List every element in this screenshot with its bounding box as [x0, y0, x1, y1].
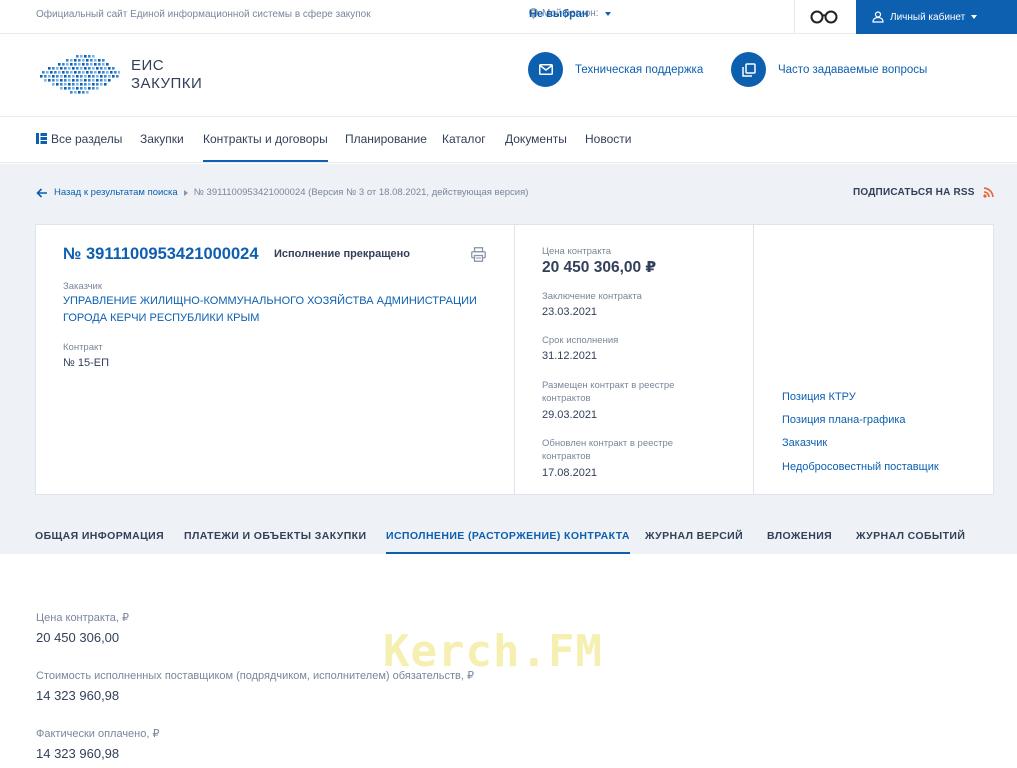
contract-tabs: ОБЩАЯ ИНФОРМАЦИЯ ПЛАТЕЖИ И ОБЪЕКТЫ ЗАКУП…: [0, 522, 1017, 554]
personal-cabinet-button[interactable]: Личный кабинет: [856, 0, 1017, 34]
contract-number: № 3911100953421000024: [63, 245, 259, 263]
chevron-right-icon: [183, 189, 188, 196]
contract-status: Исполнение прекращено: [274, 248, 411, 260]
top-bar: Официальный сайт Единой информационной с…: [0, 0, 1017, 34]
breadcrumb-current: № 3911100953421000024 (Версия № 3 от 18.…: [193, 187, 529, 198]
header: ЕИС ЗАКУПКИ Техническая поддержка Часто …: [0, 35, 1017, 117]
print-icon[interactable]: [471, 247, 486, 262]
main-nav: Все разделы Закупки Контракты и договоры…: [0, 118, 1017, 163]
tab-execution[interactable]: ИСПОЛНЕНИЕ (РАСТОРЖЕНИЕ) КОНТРАКТА: [386, 530, 630, 554]
tech-support-link[interactable]: Техническая поддержка: [528, 52, 703, 87]
nav-item-documents[interactable]: Документы: [505, 132, 567, 146]
sections-icon: [36, 133, 47, 144]
conclusion-value: 23.03.2021: [542, 306, 598, 318]
conclusion-label: Заключение контракта: [542, 291, 642, 302]
divider: [514, 225, 515, 494]
back-to-results-link[interactable]: Назад к результатам поиска: [54, 187, 178, 198]
logo-text[interactable]: ЕИС ЗАКУПКИ: [131, 57, 202, 93]
site-description: Официальный сайт Единой информационной с…: [36, 9, 371, 20]
placed-label: Размещен контракт в реестре контрактов: [542, 380, 675, 404]
unfair-supplier-link[interactable]: Недобросовестный поставщик: [782, 459, 939, 476]
nav-item-purchases[interactable]: Закупки: [140, 132, 184, 146]
contract-value: № 15-ЕП: [63, 357, 109, 369]
watermark: Kerch.FM: [383, 626, 603, 677]
updated-value: 17.08.2021: [542, 467, 598, 479]
tab-event-log[interactable]: ЖУРНАЛ СОБЫТИЙ: [856, 530, 965, 542]
nav-item-planning[interactable]: Планирование: [345, 132, 427, 146]
user-icon: [872, 11, 884, 23]
chevron-down-icon: [604, 11, 611, 16]
nav-item-all-sections[interactable]: Все разделы: [36, 132, 122, 146]
chevron-down-icon: [971, 15, 978, 19]
nav-item-catalog[interactable]: Каталог: [442, 132, 486, 146]
term-label: Срок исполнения: [542, 335, 619, 346]
placed-value: 29.03.2021: [542, 409, 598, 421]
tab-payments[interactable]: ПЛАТЕЖИ И ОБЪЕКТЫ ЗАКУПКИ: [184, 530, 366, 542]
nav-item-news[interactable]: Новости: [585, 132, 631, 146]
copy-icon: [731, 52, 766, 87]
divider: [753, 225, 754, 494]
customer-info-link[interactable]: Заказчик: [782, 435, 827, 452]
price-label: Цена контракта: [542, 246, 611, 257]
tab-version-log[interactable]: ЖУРНАЛ ВЕРСИЙ: [645, 530, 743, 542]
breadcrumb: Назад к результатам поиска № 39111009534…: [36, 187, 528, 198]
actually-paid-value: 14 323 960,98: [36, 746, 120, 761]
tab-general-info[interactable]: ОБЩАЯ ИНФОРМАЦИЯ: [35, 530, 164, 542]
ktru-position-link[interactable]: Позиция КТРУ: [782, 389, 856, 406]
tab-attachments[interactable]: ВЛОЖЕНИЯ: [767, 530, 832, 542]
region-value[interactable]: Не выбран: [529, 7, 589, 21]
mail-icon: [528, 52, 563, 87]
plan-schedule-position-link[interactable]: Позиция плана-графика: [782, 412, 906, 429]
executed-obligations-value: 14 323 960,98: [36, 688, 120, 703]
customer-link[interactable]: УПРАВЛЕНИЕ ЖИЛИЩНО-КОММУНАЛЬНОГО ХОЗЯЙСТ…: [63, 293, 477, 327]
region-selector[interactable]: Мой регион: Не выбран: [529, 7, 611, 21]
contract-label: Контракт: [63, 342, 103, 353]
divider: [794, 0, 795, 34]
rss-icon[interactable]: [983, 187, 994, 198]
tech-support-label: Техническая поддержка: [575, 63, 704, 76]
nav-item-contracts[interactable]: Контракты и договоры: [203, 132, 328, 162]
execution-price-value: 20 450 306,00: [36, 630, 120, 645]
faq-link[interactable]: Часто задаваемые вопросы: [731, 52, 927, 87]
personal-cabinet-label: Личный кабинет: [890, 11, 966, 23]
customer-label: Заказчик: [63, 281, 103, 292]
contract-card: № 3911100953421000024 Исполнение прекращ…: [35, 224, 994, 495]
arrow-left-icon[interactable]: [36, 187, 48, 198]
updated-label: Обновлен контракт в реестре контрактов: [542, 438, 674, 462]
execution-price-label: Цена контракта, ₽: [36, 612, 129, 624]
actually-paid-label: Фактически оплачено, ₽: [36, 728, 160, 740]
russia-map-logo-icon[interactable]: [36, 53, 120, 95]
rss-subscribe-link[interactable]: ПОДПИСАТЬСЯ НА RSS: [853, 187, 975, 198]
accessibility-glasses-icon[interactable]: [809, 8, 839, 24]
term-value: 31.12.2021: [542, 350, 598, 362]
faq-label: Часто задаваемые вопросы: [778, 63, 928, 76]
price-value: 20 450 306,00 ₽: [542, 259, 657, 276]
